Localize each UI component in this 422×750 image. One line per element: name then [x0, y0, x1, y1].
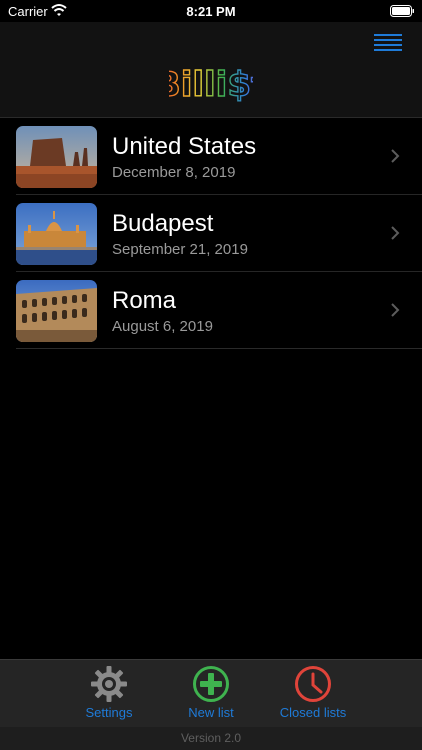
status-time: 8:21 PM: [186, 4, 236, 19]
clock-icon: [295, 666, 331, 702]
chevron-right-icon: [391, 149, 400, 163]
version-label: Version 2.0: [180, 731, 242, 745]
lists-table: United States December 8, 2019 Budapest …: [0, 118, 422, 349]
list-title: Budapest: [112, 210, 214, 237]
settings-label: Settings: [85, 705, 133, 720]
chevron-right-icon: [391, 226, 400, 240]
list-date: September 21, 2019: [112, 241, 248, 258]
app-logo: Billi$t: [169, 64, 253, 105]
list-item[interactable]: Budapest September 21, 2019: [16, 195, 422, 272]
settings-button[interactable]: Settings: [54, 660, 164, 728]
list-item[interactable]: United States December 8, 2019: [16, 118, 422, 195]
list-thumbnail-budapest-parliament: [16, 203, 97, 265]
gear-icon: [91, 666, 127, 702]
list-thumbnail-colosseum: [16, 280, 97, 342]
battery-icon: [390, 5, 414, 17]
closed-lists-label: Closed lists: [279, 705, 347, 720]
menu-icon[interactable]: [374, 34, 402, 54]
status-bar: Carrier 8:21 PM: [0, 0, 422, 22]
new-list-label: New list: [188, 705, 234, 720]
list-item[interactable]: Roma August 6, 2019: [16, 272, 422, 349]
list-title: United States: [112, 133, 257, 160]
list-title: Roma: [112, 287, 177, 314]
list-date: December 8, 2019: [112, 164, 236, 181]
chevron-right-icon: [391, 303, 400, 317]
plus-circle-icon: [193, 666, 229, 702]
svg-text:Billi$t: Billi$t: [169, 65, 253, 105]
list-thumbnail-monument-valley: [16, 126, 97, 188]
version-footer: Version 2.0: [0, 727, 422, 750]
navigation-bar: Billi$t: [0, 22, 422, 118]
closed-lists-button[interactable]: Closed lists: [258, 660, 368, 728]
new-list-button[interactable]: New list: [156, 660, 266, 728]
list-date: August 6, 2019: [112, 318, 213, 335]
tab-bar: Settings New list Closed lists: [0, 659, 422, 727]
